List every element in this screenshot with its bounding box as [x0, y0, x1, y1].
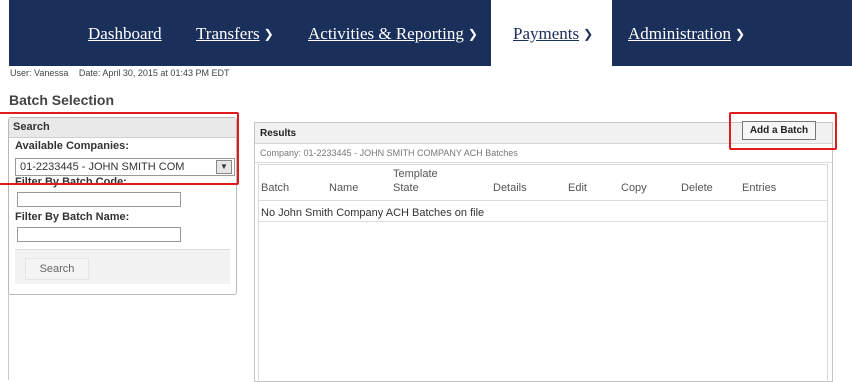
nav-administration[interactable]: Administration ❯ — [628, 24, 745, 44]
batch-name-label: Filter By Batch Name: — [15, 211, 130, 223]
nav-transfers-label: Transfers — [196, 24, 260, 43]
nav-administration-label: Administration — [628, 24, 731, 43]
nav-transfers[interactable]: Transfers ❯ — [196, 24, 274, 44]
column-header-name: Name — [329, 182, 359, 194]
page-title: Batch Selection — [9, 92, 115, 108]
batch-table: Batch Name Template State Details Edit C… — [258, 164, 828, 382]
column-header-template: Template — [393, 168, 438, 180]
column-header-edit: Edit — [568, 182, 587, 194]
search-button-area: Search — [15, 249, 230, 284]
user-info-line: User: Vanessa Date: April 30, 2015 at 01… — [10, 68, 237, 78]
session-date: Date: April 30, 2015 at 01:43 PM EDT — [78, 68, 230, 78]
nav-activities-reporting[interactable]: Activities & Reporting ❯ — [308, 24, 478, 44]
left-column-border — [8, 293, 9, 380]
results-company-line: Company: 01-2233445 - JOHN SMITH COMPANY… — [260, 148, 518, 158]
column-header-copy: Copy — [621, 182, 647, 194]
chevron-down-icon: ❯ — [467, 27, 478, 41]
chevron-down-icon: ❯ — [263, 27, 274, 41]
batch-code-input[interactable] — [17, 192, 181, 207]
column-header-delete: Delete — [681, 182, 713, 194]
divider — [255, 162, 832, 163]
nav-dashboard-label: Dashboard — [88, 24, 162, 43]
batch-name-input[interactable] — [17, 227, 181, 242]
nav-activities-label: Activities & Reporting — [308, 24, 464, 43]
nav-dashboard[interactable]: Dashboard — [88, 24, 162, 44]
nav-payments[interactable]: Payments ❯ — [513, 24, 593, 44]
header-divider — [259, 200, 827, 201]
search-button[interactable]: Search — [25, 258, 89, 280]
row-divider — [259, 221, 827, 222]
column-header-state: State — [393, 182, 419, 194]
results-panel: Results Company: 01-2233445 - JOHN SMITH… — [254, 122, 833, 382]
nav-payments-label: Payments — [513, 24, 580, 43]
column-header-entries: Entries — [742, 182, 777, 194]
results-title: Results — [260, 128, 297, 139]
column-header-details: Details — [493, 182, 527, 194]
highlight-box-companies — [0, 112, 239, 185]
user-name: User: Vanessa — [10, 68, 69, 78]
chevron-down-icon: ❯ — [583, 27, 594, 41]
chevron-down-icon: ❯ — [734, 27, 746, 41]
highlight-box-add-batch — [729, 112, 837, 150]
column-header-batch: Batch — [261, 182, 290, 194]
empty-results-message: No John Smith Company ACH Batches on fil… — [261, 207, 485, 219]
